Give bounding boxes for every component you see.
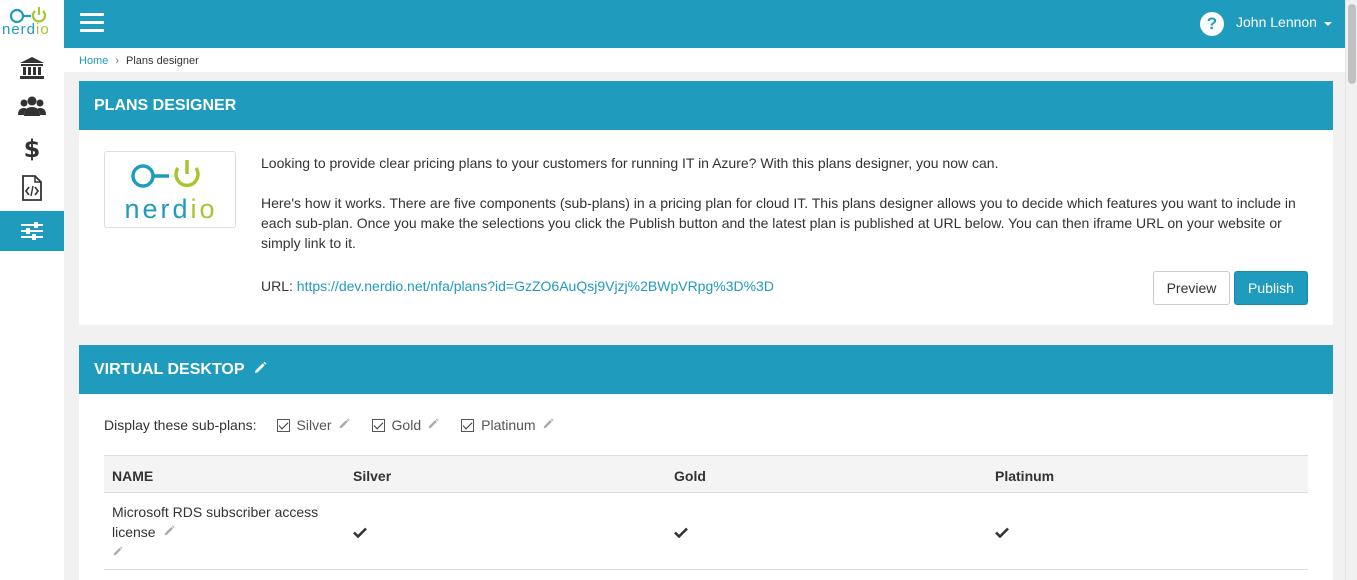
platinum-checkbox[interactable] [461,418,475,432]
dollar-icon: $ [24,135,41,162]
nerdio-logo[interactable]: nerdio [0,0,64,48]
edit-title-pencil-icon[interactable] [253,361,267,380]
subplan-platinum: Platinum [461,417,554,433]
feature-name-text: Microsoft RDS subscriber access license [112,504,319,540]
sidebar-item-users[interactable] [0,87,64,125]
page-scrollbar[interactable] [1345,0,1357,580]
subplans-label: Display these sub-plans: [104,417,257,433]
breadcrumb-current: Plans designer [126,55,199,67]
column-header-gold: Gold [674,468,706,484]
menu-toggle-icon[interactable] [80,13,104,33]
intro-paragraph-1: Looking to provide clear pricing plans t… [261,155,999,171]
scrollbar-thumb[interactable] [1348,4,1356,84]
logo-wordmark: nerdio [2,21,50,38]
subplan-label: Silver [296,417,332,433]
panel-title: PLANS DESIGNER [79,81,1333,130]
column-header-name: NAME [112,468,154,484]
silver-checkbox[interactable] [276,418,290,432]
plan-url-line: URL: https://dev.nerdio.net/nfa/plans?id… [261,278,774,294]
sidebar-item-code[interactable] [0,169,64,207]
edit-feature-pencil-icon[interactable] [163,524,175,540]
sidebar-item-accounts[interactable] [0,49,64,87]
nerdio-brand-logo: nerdio [124,160,217,224]
publish-button[interactable]: Publish [1234,271,1308,305]
nerdio-brand-image: nerdio [104,151,236,228]
intro-paragraph-2: Here's how it works. There are five comp… [261,195,1296,251]
chevron-down-icon[interactable] [1324,22,1332,26]
bank-icon [20,57,44,79]
svg-text:$: $ [24,135,41,162]
silver-check-icon[interactable] [353,525,367,541]
table-header: NAME Silver Gold Platinum [104,455,1308,493]
breadcrumb: Home › Plans designer [64,48,1345,72]
sidebar: nerdio $ [0,0,64,580]
subplan-silver: Silver [276,417,350,433]
table-row: Microsoft RDS subscriber access license [104,493,1308,570]
preview-button[interactable]: Preview [1153,271,1230,305]
breadcrumb-home[interactable]: Home [79,55,108,67]
edit-description-pencil-icon[interactable] [112,544,123,560]
column-header-silver: Silver [353,468,392,484]
svg-text:nerdio: nerdio [124,194,217,224]
subplan-label: Gold [391,417,422,433]
plan-url-link[interactable]: https://dev.nerdio.net/nfa/plans?id=GzZO… [297,278,774,294]
intro-text: Looking to provide clear pricing plans t… [261,153,1311,273]
subplans-selector: Display these sub-plans: Silver Gold Pla… [104,417,576,433]
edit-pencil-icon[interactable] [542,417,554,433]
help-icon[interactable]: ? [1200,12,1224,36]
gold-check-icon[interactable] [674,525,688,541]
code-file-icon [22,175,42,201]
subplan-label: Platinum [481,417,536,433]
virtual-desktop-panel: VIRTUAL DESKTOP Display these sub-plans:… [79,345,1333,580]
url-label: URL: [261,278,293,294]
virtual-desktop-title: VIRTUAL DESKTOP [94,361,245,378]
virtual-desktop-header: VIRTUAL DESKTOP [79,345,1333,394]
gold-checkbox[interactable] [371,418,385,432]
edit-pencil-icon[interactable] [427,417,439,433]
user-menu[interactable]: John Lennon [1236,14,1317,30]
feature-name: Microsoft RDS subscriber access license [112,502,342,562]
users-icon [18,96,46,116]
column-header-platinum: Platinum [995,468,1055,484]
sliders-icon [21,222,43,240]
edit-pencil-icon[interactable] [338,417,350,433]
top-bar: ? John Lennon [64,0,1345,48]
sidebar-item-billing[interactable]: $ [0,129,64,167]
platinum-check-icon[interactable] [995,525,1009,541]
sidebar-item-plans-designer[interactable] [0,211,64,251]
features-table: NAME Silver Gold Platinum Microsoft RDS … [104,455,1308,570]
breadcrumb-separator: › [115,55,120,67]
plans-designer-panel: PLANS DESIGNER nerdio Looking to provide… [79,81,1333,325]
subplan-gold: Gold [371,417,440,433]
